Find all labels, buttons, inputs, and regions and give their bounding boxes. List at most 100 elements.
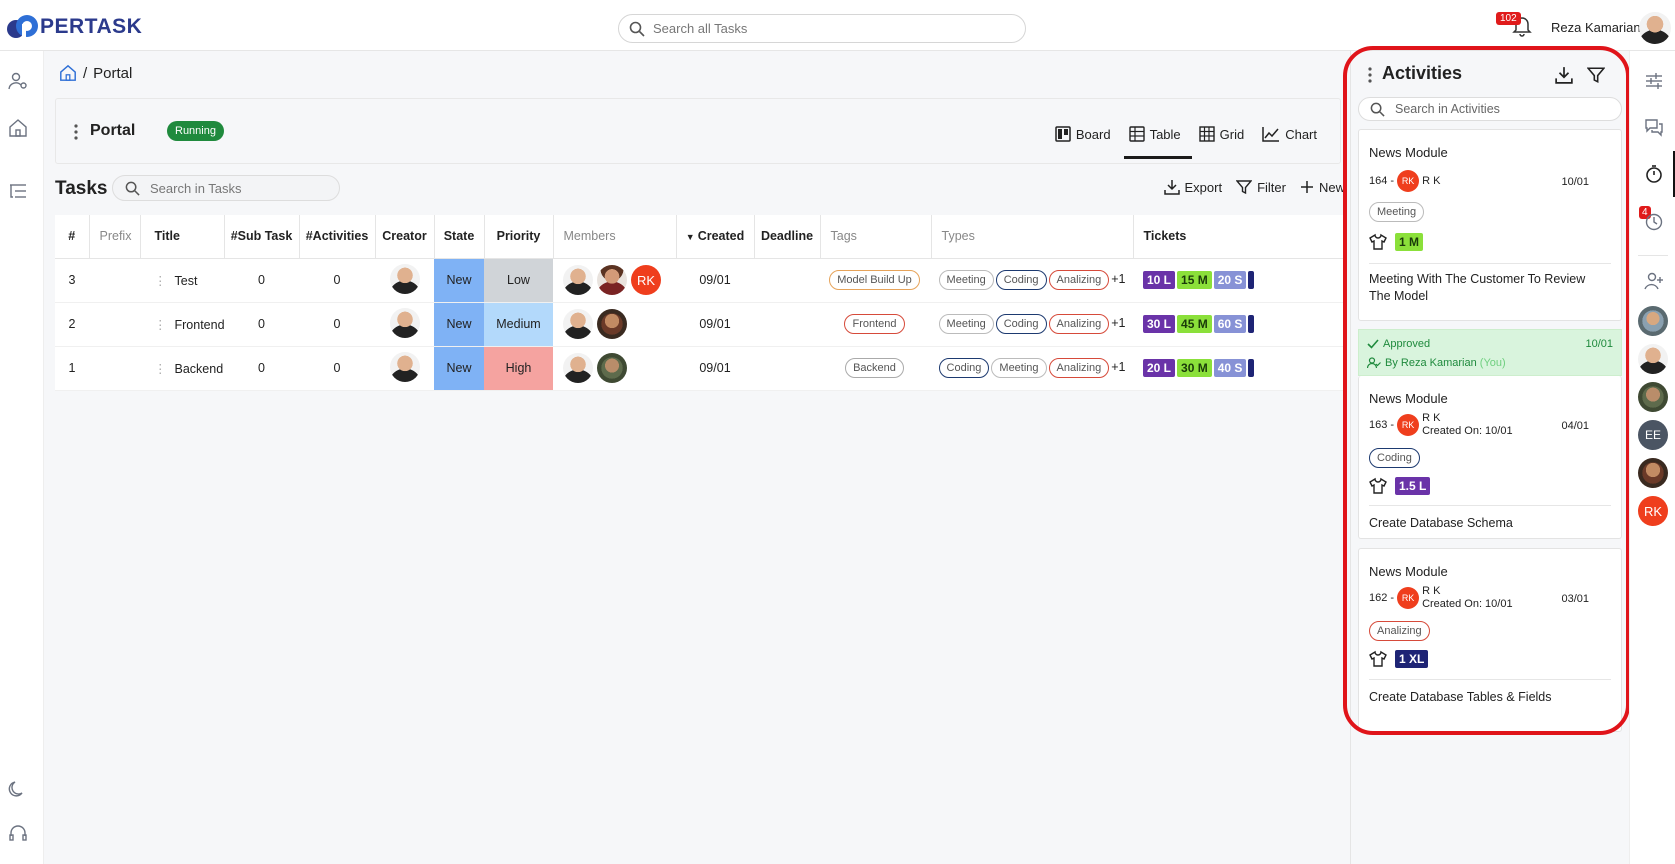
col-num[interactable]: #	[55, 215, 90, 259]
tab-grid[interactable]: Grid	[1190, 119, 1254, 149]
cell-priority[interactable]: Low	[484, 258, 553, 303]
types-more[interactable]: +1	[1111, 360, 1125, 374]
activity-user-avatar[interactable]: RK	[1397, 414, 1420, 436]
download-icon[interactable]	[1555, 66, 1573, 84]
type-pill[interactable]: Meeting	[938, 270, 994, 290]
activity-user-avatar[interactable]: RK	[1397, 587, 1420, 609]
filter-icon[interactable]	[1587, 66, 1605, 84]
cell-priority[interactable]: High	[484, 346, 553, 391]
tag-pill[interactable]: Frontend	[844, 314, 905, 334]
member-avatar[interactable]	[597, 353, 627, 383]
stopwatch-icon[interactable]	[1644, 164, 1664, 184]
type-pill[interactable]: Analizing	[1048, 314, 1110, 334]
type-pill[interactable]: Meeting	[938, 314, 994, 334]
col-state[interactable]: State	[434, 215, 485, 259]
dark-mode-icon[interactable]	[8, 779, 28, 799]
project-menu-icon[interactable]	[74, 124, 78, 140]
col-types[interactable]: Types	[931, 215, 1134, 259]
member-avatar[interactable]	[563, 353, 593, 383]
team-member-avatar[interactable]	[1638, 306, 1668, 336]
activity-card[interactable]: News Module 163 - RK R K Created On: 10/0…	[1358, 376, 1622, 539]
types-more[interactable]: +1	[1111, 272, 1125, 286]
tab-board[interactable]: Board	[1046, 119, 1120, 149]
col-subtasks[interactable]: #Sub Task	[224, 215, 300, 259]
type-pill[interactable]: Meeting	[991, 358, 1047, 378]
filter-button[interactable]: Filter	[1236, 179, 1286, 195]
types-more[interactable]: +1	[1111, 316, 1125, 330]
type-pill[interactable]: Analizing	[1048, 270, 1110, 290]
activity-type-pill[interactable]: Analizing	[1369, 621, 1430, 641]
col-title[interactable]: Title	[140, 215, 225, 259]
history-icon[interactable]	[1644, 212, 1664, 232]
member-avatar[interactable]	[563, 309, 593, 339]
add-user-icon[interactable]	[1644, 271, 1664, 291]
type-pill[interactable]: Coding	[995, 270, 1047, 290]
current-user-name[interactable]: Reza Kamarian	[1551, 20, 1641, 35]
type-pill[interactable]: Analizing	[1048, 358, 1110, 378]
activity-card[interactable]: News Module 162 - RK R K Created On: 10/0…	[1358, 548, 1622, 732]
tag-pill[interactable]: Model Build Up	[829, 270, 920, 290]
team-member-avatar-rk[interactable]: RK	[1638, 496, 1668, 526]
col-priority[interactable]: Priority	[484, 215, 554, 259]
tree-list-icon[interactable]	[8, 181, 28, 201]
col-creator[interactable]: Creator	[375, 215, 435, 259]
type-pill[interactable]: Coding	[938, 358, 990, 378]
tab-table[interactable]: Table	[1120, 119, 1192, 159]
col-tickets[interactable]: Tickets	[1133, 215, 1346, 259]
tasks-search-input[interactable]: Search in Tasks	[112, 175, 340, 201]
activity-type-pill[interactable]: Coding	[1369, 448, 1420, 468]
cell-state[interactable]: New	[434, 302, 484, 347]
activity-card[interactable]: News Module 164 - RK R K 10/01 Meeting 1…	[1358, 129, 1622, 321]
row-drag-handle-icon[interactable]: ⋮	[154, 318, 167, 332]
tag-pill[interactable]: Backend	[845, 358, 904, 378]
cell-state[interactable]: New	[434, 346, 484, 391]
home-breadcrumb-icon[interactable]	[59, 64, 77, 82]
team-member-avatar[interactable]	[1638, 344, 1668, 374]
cell-priority[interactable]: Medium	[484, 302, 553, 347]
member-avatar[interactable]	[597, 265, 627, 295]
creator-avatar[interactable]	[389, 307, 420, 338]
col-created[interactable]: ▼ Created	[676, 215, 755, 259]
new-task-button[interactable]: New	[1300, 179, 1345, 195]
col-prefix[interactable]: Prefix	[89, 215, 141, 259]
support-headset-icon[interactable]	[8, 824, 28, 844]
table-row[interactable]: 3 ⋮ Test 0 0 New Low RK 09/01 Model Build…	[55, 258, 1345, 303]
member-avatar[interactable]	[563, 265, 593, 295]
col-activities[interactable]: #Activities	[299, 215, 376, 259]
activity-type-pill[interactable]: Meeting	[1369, 202, 1425, 222]
approval-banner: Approved 10/01 By Reza Kamarian (You)	[1358, 329, 1622, 376]
global-search-input[interactable]: Search all Tasks	[618, 14, 1026, 43]
notifications-button[interactable]: 102	[1496, 12, 1532, 40]
activities-menu-icon[interactable]	[1368, 67, 1372, 83]
creator-avatar[interactable]	[389, 351, 420, 382]
tab-chart[interactable]: Chart	[1253, 119, 1326, 149]
cell-title[interactable]: ⋮ Frontend	[140, 302, 225, 347]
activity-user-avatar[interactable]: RK	[1397, 170, 1420, 192]
member-avatar[interactable]	[597, 309, 627, 339]
home-icon[interactable]	[8, 118, 28, 138]
team-member-avatar[interactable]	[1638, 458, 1668, 488]
cell-state[interactable]: New	[434, 258, 484, 303]
table-row[interactable]: 2 ⋮ Frontend 0 0 New Medium 09/01 Fronten…	[55, 302, 1345, 347]
row-drag-handle-icon[interactable]: ⋮	[154, 274, 167, 288]
activities-search-input[interactable]: Search in Activities	[1358, 97, 1622, 121]
sliders-icon[interactable]	[1644, 71, 1664, 91]
col-tags[interactable]: Tags	[820, 215, 932, 259]
team-member-avatar-ee[interactable]: EE	[1638, 420, 1668, 450]
app-logo[interactable]: PERTASK	[6, 14, 142, 40]
team-member-avatar[interactable]	[1638, 382, 1668, 412]
col-members[interactable]: Members	[553, 215, 677, 259]
user-settings-icon[interactable]	[8, 71, 28, 91]
comments-icon[interactable]	[1644, 118, 1664, 138]
creator-avatar[interactable]	[389, 263, 420, 294]
current-user-avatar[interactable]	[1639, 12, 1671, 44]
member-avatar-rk[interactable]: RK	[631, 265, 661, 295]
cell-title[interactable]: ⋮ Test	[140, 258, 224, 303]
table-row[interactable]: 1 ⋮ Backend 0 0 New High 09/01 Backend Co…	[55, 346, 1345, 391]
col-deadline[interactable]: Deadline	[754, 215, 821, 259]
row-drag-handle-icon[interactable]: ⋮	[154, 362, 167, 376]
cell-title[interactable]: ⋮ Backend	[140, 346, 224, 391]
export-button[interactable]: Export	[1163, 179, 1222, 195]
type-pill[interactable]: Coding	[995, 314, 1047, 334]
project-title: Portal	[90, 122, 136, 139]
